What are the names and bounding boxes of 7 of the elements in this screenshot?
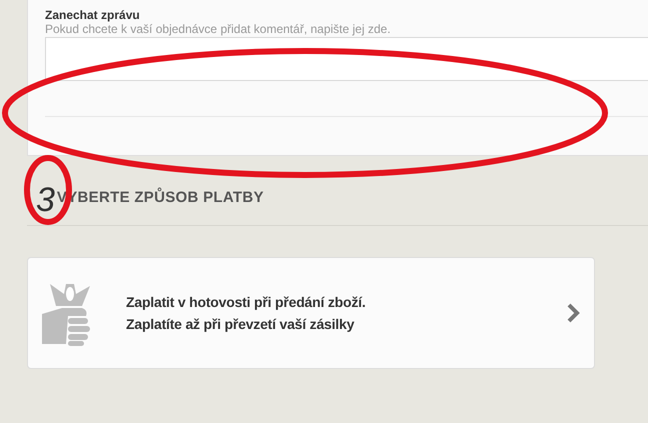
option-subtitle: Zaplatíte až při převzetí vaší zásilky bbox=[126, 316, 356, 332]
step-number: 3 bbox=[36, 180, 55, 220]
message-label: Zanechat zprávu bbox=[45, 8, 141, 22]
payment-option[interactable]: Zaplatit v hotovosti při předání zboží. Zaplatíte až při převzetí vaší zásilky bbox=[27, 257, 595, 369]
option-title: Zaplatit v hotovosti při předání zboží. bbox=[126, 294, 367, 310]
message-hint: Pokud chcete k vaší objednávce přidat komentář, napište jej zde. bbox=[45, 22, 392, 36]
chevron-right-icon bbox=[566, 303, 580, 323]
